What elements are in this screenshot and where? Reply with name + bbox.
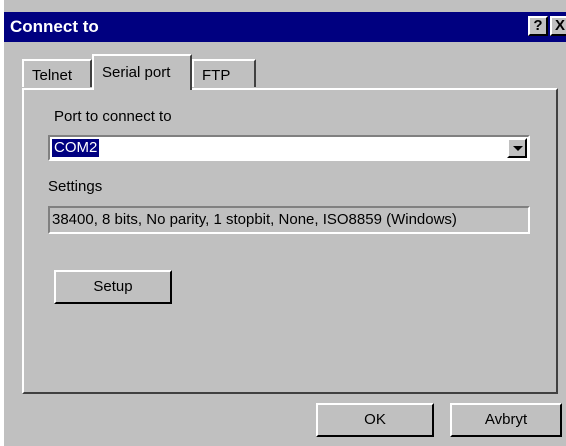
- window-title: Connect to: [10, 17, 99, 36]
- port-select[interactable]: COM2: [48, 135, 530, 161]
- tab-label: FTP: [202, 67, 231, 84]
- help-button[interactable]: ?: [528, 16, 548, 36]
- tab-ftp[interactable]: FTP: [192, 59, 256, 87]
- tab-telnet[interactable]: Telnet: [22, 59, 92, 87]
- settings-label: Settings: [48, 178, 103, 195]
- port-select-value: COM2: [52, 139, 100, 157]
- chevron-down-icon[interactable]: [507, 138, 527, 158]
- cancel-button[interactable]: Avbryt: [450, 403, 562, 437]
- setup-button[interactable]: Setup: [54, 270, 172, 304]
- tab-serial-port[interactable]: Serial port: [92, 54, 192, 90]
- ok-button[interactable]: OK: [316, 403, 434, 437]
- tab-label: Telnet: [32, 67, 73, 84]
- cancel-button-label: Avbryt: [484, 411, 528, 428]
- close-icon: X: [554, 17, 565, 34]
- ok-button-label: OK: [364, 411, 386, 428]
- settings-field: 38400, 8 bits, No parity, 1 stopbit, Non…: [48, 206, 530, 234]
- tab-label: Serial port: [102, 64, 171, 81]
- setup-button-label: Setup: [93, 278, 133, 295]
- help-icon: ?: [533, 17, 543, 34]
- close-button[interactable]: X: [550, 16, 566, 36]
- connect-dialog: Connect to ? X Telnet Serial port FTP Po…: [4, 0, 566, 446]
- port-label: Port to connect to: [54, 108, 172, 125]
- title-bar[interactable]: Connect to ? X: [4, 12, 566, 42]
- serial-port-panel: Port to connect to COM2 Settings 38400, …: [22, 88, 558, 394]
